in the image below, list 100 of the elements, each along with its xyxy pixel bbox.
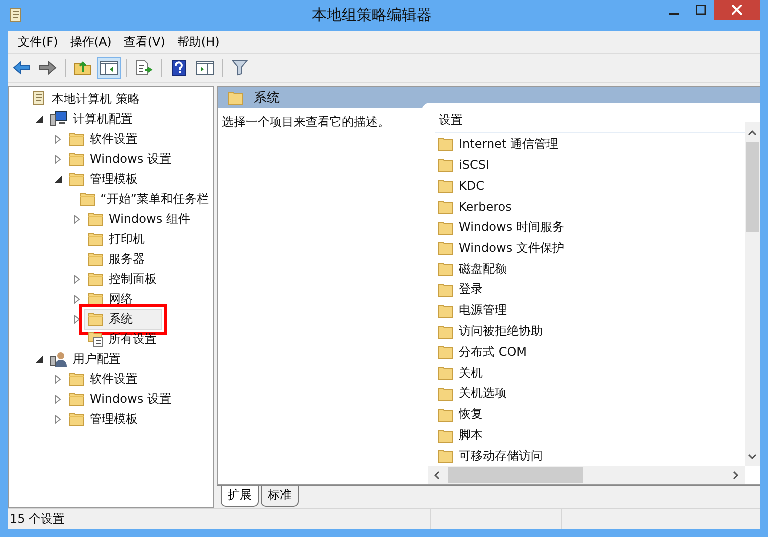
tree-item[interactable]: 本地计算机 策略 [27, 88, 144, 110]
folder-icon [88, 252, 104, 266]
list-item[interactable]: 登录 [435, 280, 745, 300]
filter-icon [232, 60, 248, 76]
tree-item[interactable]: 计算机配置 [46, 108, 137, 130]
folder-icon [438, 220, 454, 235]
collapsed-triangle-icon[interactable] [55, 414, 61, 424]
tree-item[interactable]: 用户配置 [46, 348, 125, 370]
list-item[interactable]: 访问被拒绝协助 [435, 321, 745, 342]
expanded-triangle-icon[interactable] [36, 356, 42, 362]
list-item[interactable]: 可移动存储访问 [435, 446, 745, 466]
collapsed-triangle-icon[interactable] [74, 274, 80, 284]
tree-item[interactable]: Windows 组件 [84, 208, 194, 230]
computer-icon [50, 111, 68, 127]
folder-icon [438, 200, 454, 214]
maximize-icon [696, 5, 706, 15]
list-item[interactable]: 关机选项 [435, 384, 745, 404]
menu-item[interactable]: 查看(V) [118, 32, 172, 52]
tree-item[interactable]: “开始”菜单和任务栏 [76, 188, 213, 210]
menu-item[interactable]: 文件(F) [12, 32, 64, 52]
folder-icon [438, 158, 454, 172]
folder-icon [80, 192, 96, 206]
list-item[interactable]: Internet 通信管理 [435, 134, 745, 155]
settings-folder-icon [88, 331, 104, 347]
list-item[interactable]: 电源管理 [435, 300, 745, 322]
collapsed-triangle-icon[interactable] [74, 314, 80, 324]
folder-icon [438, 408, 454, 422]
folder-icon [88, 232, 104, 246]
folder-icon [438, 137, 454, 152]
window-title: 本地组策略编辑器 [312, 6, 432, 25]
tree-button[interactable] [97, 57, 121, 79]
vertical-scrollbar[interactable] [745, 122, 760, 466]
close-icon [732, 5, 742, 15]
menu-item[interactable]: 操作(A) [64, 32, 118, 52]
tree-item[interactable]: Windows 设置 [65, 388, 176, 410]
tree-item[interactable]: Windows 设置 [65, 148, 176, 170]
scroll-icon [31, 91, 47, 107]
horizontal-scrollbar[interactable] [428, 466, 745, 484]
list-item[interactable]: KDC [435, 176, 745, 196]
folder-icon [69, 412, 85, 426]
folder-icon [438, 262, 454, 276]
column-header[interactable]: 设置 [435, 108, 745, 133]
folder-icon [438, 345, 454, 360]
close-button[interactable] [714, 0, 760, 20]
collapsed-triangle-icon[interactable] [55, 134, 61, 144]
export-list-icon [135, 60, 153, 76]
folder-icon [88, 312, 104, 326]
folder-icon [69, 172, 85, 186]
expanded-triangle-icon[interactable] [36, 116, 42, 122]
menu-item[interactable]: 帮助(H) [171, 32, 226, 52]
folder-up-icon [74, 60, 92, 76]
tree-item[interactable]: 所有设置 [84, 328, 161, 350]
pane-icon [100, 61, 118, 75]
list-item[interactable]: Windows 时间服务 [435, 217, 745, 238]
collapsed-triangle-icon[interactable] [55, 394, 61, 404]
expanded-triangle-icon[interactable] [54, 176, 62, 182]
folder-icon [438, 304, 454, 318]
list-item[interactable]: 恢复 [435, 404, 745, 426]
minimize-icon [668, 13, 678, 15]
list-item[interactable]: 磁盘配额 [435, 258, 745, 280]
list-item[interactable]: 分布式 COM [435, 342, 745, 363]
tree-item[interactable]: 服务器 [84, 248, 149, 270]
folder-icon [88, 212, 104, 226]
folder-icon [69, 152, 85, 166]
list-item[interactable]: Windows 文件保护 [435, 238, 745, 259]
folder-icon [438, 366, 454, 380]
status-text: 15 个设置 [9, 510, 66, 528]
list-item[interactable]: 脚本 [435, 425, 745, 446]
detail-title: 系统 [254, 90, 280, 106]
left-caret-icon [434, 470, 440, 480]
folder-icon [438, 282, 454, 297]
description-text: 选择一个项目来查看它的描述。 [221, 114, 391, 131]
up-caret-icon [748, 130, 757, 136]
help-icon [172, 60, 186, 76]
folder-icon [438, 241, 454, 256]
right-arrow-icon [39, 61, 57, 75]
view-tab[interactable]: 扩展 [221, 486, 259, 507]
scroll-thumb[interactable] [746, 142, 759, 232]
list-item[interactable]: 关机 [435, 362, 745, 384]
tree-item[interactable]: 打印机 [84, 228, 149, 250]
tree-item[interactable]: 软件设置 [65, 368, 142, 390]
collapsed-triangle-icon[interactable] [55, 154, 61, 164]
folder-icon [438, 428, 454, 443]
view-tab[interactable]: 标准 [261, 486, 299, 507]
tree-item[interactable]: 管理模板 [65, 408, 142, 430]
down-caret-icon [748, 454, 757, 460]
folder-icon [438, 386, 454, 401]
collapsed-triangle-icon[interactable] [74, 294, 80, 304]
tree-item[interactable]: 控制面板 [84, 268, 161, 290]
tree-item[interactable]: 管理模板 [65, 168, 142, 190]
folder-icon [88, 272, 104, 286]
list-item[interactable]: Kerberos [435, 196, 745, 218]
list-item[interactable]: iSCSI [435, 154, 745, 176]
collapsed-triangle-icon[interactable] [74, 214, 80, 224]
tree-item[interactable]: 软件设置 [65, 128, 142, 150]
folder-icon [438, 449, 454, 464]
collapsed-triangle-icon[interactable] [55, 374, 61, 384]
left-arrow-icon [13, 61, 31, 75]
folder-icon [69, 392, 85, 406]
scroll-thumb[interactable] [448, 467, 583, 483]
